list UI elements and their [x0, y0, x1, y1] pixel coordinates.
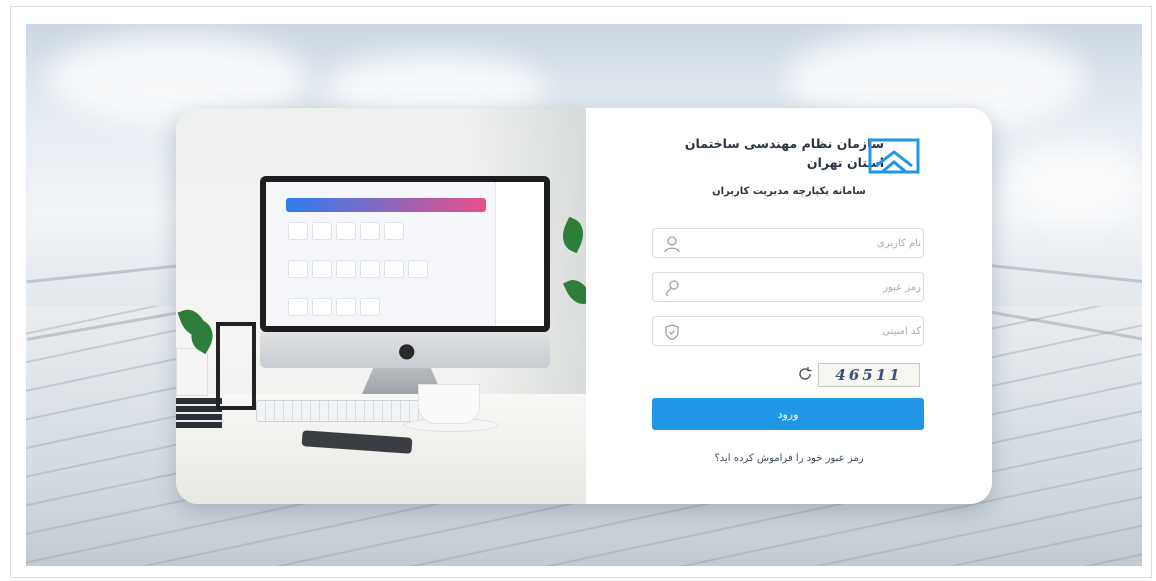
dashboard-tile — [312, 260, 332, 278]
dashboard-tile — [288, 222, 308, 240]
dashboard-tile — [336, 298, 356, 316]
brand-block: سازمان نظام مهندسی ساختمان استان تهران — [685, 134, 884, 172]
org-name: سازمان نظام مهندسی ساختمان — [684, 136, 884, 151]
user-icon — [664, 236, 680, 253]
dashboard-tile — [360, 222, 380, 240]
login-button[interactable]: ورود — [652, 398, 924, 430]
login-form-panel: سازمان نظام مهندسی ساختمان استان تهران س… — [586, 108, 992, 504]
monitor-screen — [260, 176, 550, 332]
dashboard-tile — [336, 260, 356, 278]
building-roof-logo-icon — [868, 138, 920, 174]
security-code-field[interactable] — [652, 316, 925, 346]
password-field[interactable] — [652, 272, 925, 302]
refresh-icon[interactable] — [796, 365, 814, 383]
rail — [986, 263, 1142, 284]
dashboard-tile — [312, 222, 332, 240]
dashboard-thumbnail — [266, 182, 544, 326]
rail — [26, 263, 186, 284]
hourglass — [216, 322, 256, 410]
apple-logo-icon: ● — [398, 338, 416, 362]
captcha-image: 46511 — [818, 363, 920, 387]
dashboard-sidebar — [495, 182, 544, 326]
workspace-photo: ● — [176, 108, 586, 504]
dashboard-tile — [384, 222, 404, 240]
org-province: استان تهران — [806, 155, 884, 170]
security-code-input[interactable] — [689, 317, 925, 345]
dashboard-tile — [384, 260, 404, 278]
login-card: ● سازمان نظام مهندسی ساختمان استان تهران… — [176, 108, 992, 504]
dashboard-tile — [336, 222, 356, 240]
dashboard-tile — [288, 260, 308, 278]
system-name: سامانه یکپارچه مدیریت کاربران — [712, 186, 866, 197]
dashboard-tile — [288, 298, 308, 316]
dashboard-tile — [408, 260, 428, 278]
dashboard-tile — [360, 298, 380, 316]
plant-pot — [176, 348, 208, 396]
password-input[interactable] — [689, 273, 925, 301]
cloud — [1006, 144, 1142, 224]
username-field[interactable] — [652, 228, 925, 258]
keyboard — [256, 400, 428, 422]
username-input[interactable] — [689, 229, 925, 257]
dashboard-tile — [312, 298, 332, 316]
coffee-mug — [418, 384, 480, 424]
shield-icon — [665, 324, 679, 341]
dashboard-banner — [286, 198, 486, 212]
forgot-password-link[interactable]: رمز عبور خود را فراموش کرده اید؟ — [586, 453, 992, 464]
key-icon — [665, 280, 679, 297]
dashboard-tile — [360, 260, 380, 278]
